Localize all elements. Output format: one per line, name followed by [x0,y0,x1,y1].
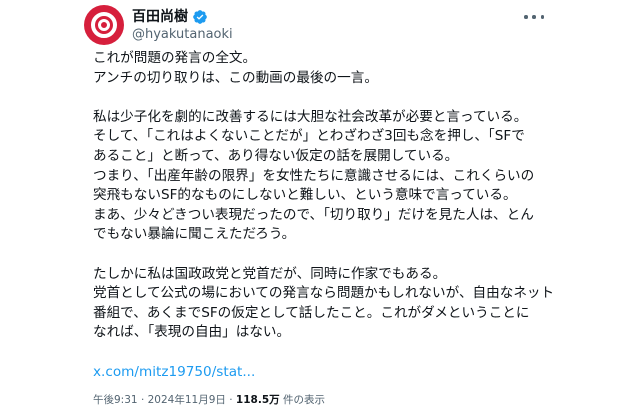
tweet-link[interactable]: x.com/mitz19750/stat... [93,362,255,382]
tweet-line: 番組で、あくまでSFの仮定として話したこと。これがダメということに [93,304,530,321]
tweet-line: つまり、「出産年齢の限界」を女性たちに意識させるには、これくらいの [93,167,535,184]
tweet-line: 突飛もないSF的なものにしないと難しい、という意味で言っている。 [93,187,517,204]
tweet-line: あること」と断って、あり得ない仮定の話を展開している。 [93,147,459,164]
dot [532,15,536,19]
tweet-text: これが問題の発言の全文。 アンチの切り取りは、この動画の最後の一言。 私は少子化… [93,49,555,343]
name-row: 百田尚樹 [132,8,208,26]
meta-separator: · [140,394,148,406]
avatar-logo [91,12,117,38]
verified-badge-icon [193,10,207,24]
tweet-line: まあ、少々どきつい表現だったので、「切り取り」だけを見た人は、とん [93,206,534,223]
tweet-date[interactable]: 2024年11月9日 [148,394,226,406]
dot [524,15,528,19]
tweet-line: アンチの切り取りは、この動画の最後の一言。 [93,69,378,86]
tweet-line: 私は少子化を劇的に改善するには大胆な社会改革が必要と言っている。 [93,108,528,125]
tweet-line: たしかに私は国政政党と党首だが、同時に作家でもある。 [93,265,447,282]
meta-separator: · [229,394,236,406]
tweet-meta: 午後9:31 · 2024年11月9日 · 118.5万 件の表示 [93,393,325,407]
views-label: 件の表示 [282,394,325,406]
handle[interactable]: @hyakutanaoki [132,27,233,43]
tweet-header: 百田尚樹 @hyakutanaoki [84,4,544,48]
tweet-line: なれば、「表現の自由」はない。 [93,324,291,341]
views-count: 118.5万 [235,394,280,406]
tweet-line: そして、「これはよくないことだが」とわざわざ3回も念を押し、「SFで [93,128,525,145]
dot [540,15,544,19]
tweet-line: でもない暴論に聞こえただろう。 [93,226,296,243]
tweet-time[interactable]: 午後9:31 [93,394,138,406]
display-name[interactable]: 百田尚樹 [132,8,188,26]
avatar[interactable] [84,5,124,45]
tweet-line: 党首として公式の場においての発言なら問題かもしれないが、自由なネット [93,285,555,302]
tweet-line: これが問題の発言の全文。 [93,50,257,66]
more-options-icon[interactable] [524,8,544,26]
